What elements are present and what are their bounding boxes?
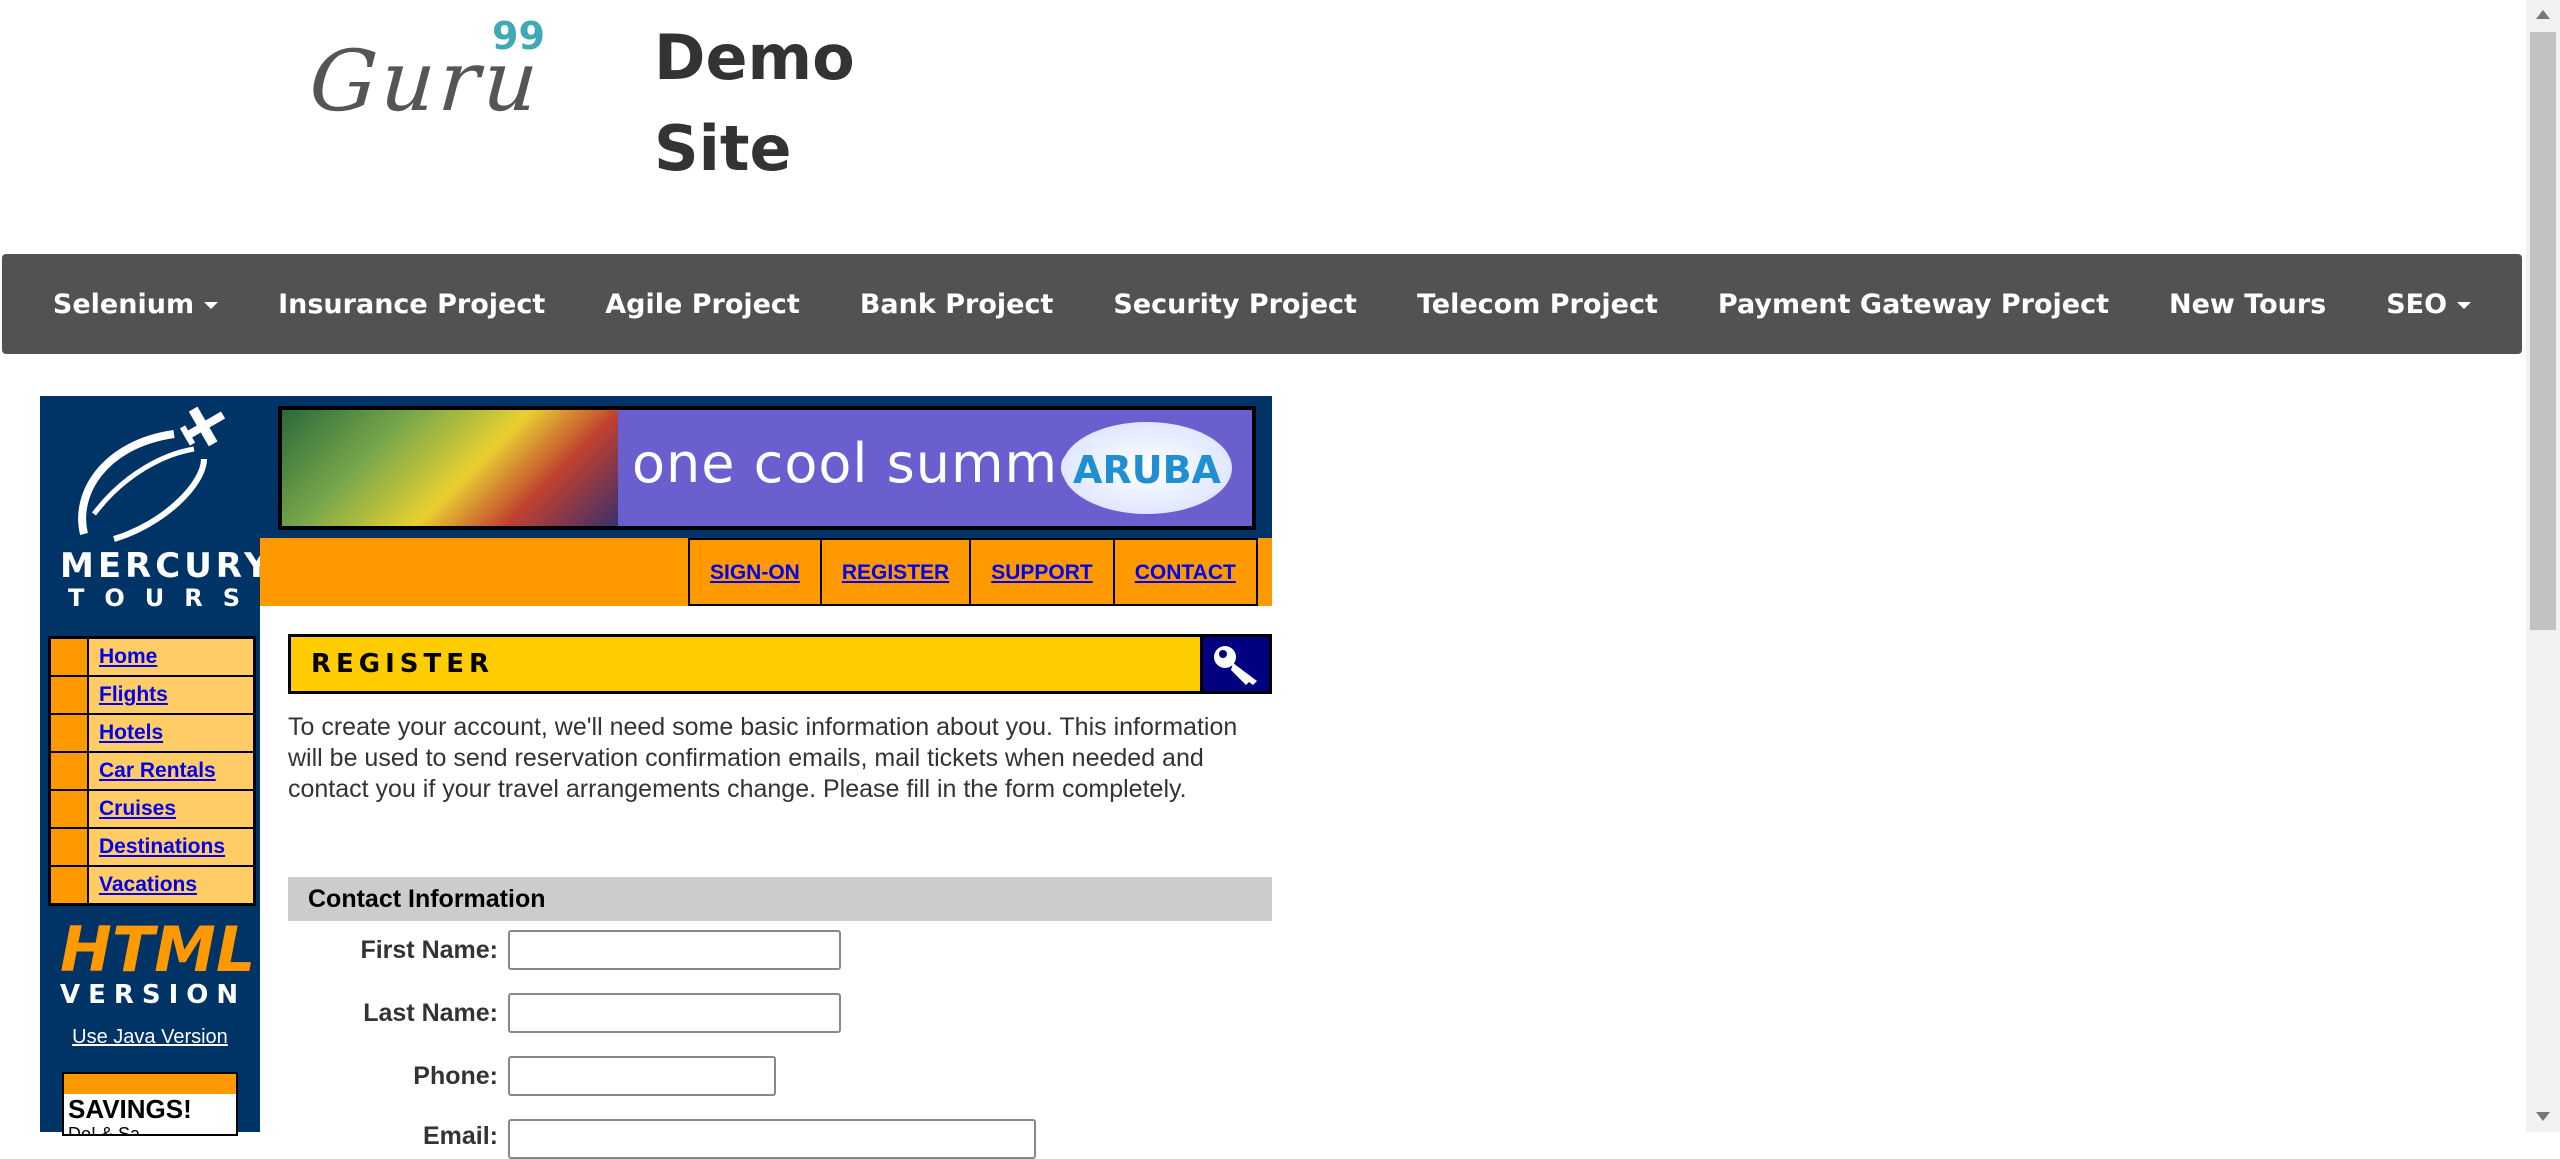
register-link[interactable]: REGISTER bbox=[821, 538, 972, 604]
html-version-badge: HTML VERSION bbox=[60, 913, 256, 1018]
register-intro: To create your account, we'll need some … bbox=[288, 713, 1238, 803]
aruba-banner[interactable]: one cool summer ARUBA bbox=[278, 406, 1256, 530]
mercury-sidebar: MERCURY TOURS Home Flights Hotels Car Re… bbox=[40, 396, 269, 1136]
page-title: Demo Site bbox=[654, 12, 914, 194]
nav-new-tours[interactable]: New Tours bbox=[2139, 289, 2356, 320]
bullet-icon bbox=[51, 867, 87, 903]
phone-input[interactable] bbox=[508, 1056, 776, 1096]
email-label: Email: bbox=[422, 1122, 498, 1150]
nav-seo[interactable]: SEO bbox=[2356, 289, 2501, 320]
banner-text: one cool summer bbox=[632, 432, 1116, 495]
mercury-tours-logo: MERCURY TOURS bbox=[54, 404, 269, 612]
side-menu-item: Home bbox=[51, 639, 253, 675]
bullet-icon bbox=[51, 715, 87, 751]
key-icon bbox=[1214, 646, 1257, 685]
side-link-home[interactable]: Home bbox=[89, 639, 253, 675]
savings-ad[interactable]: SAVINGS! Do! & Sa... bbox=[62, 1072, 238, 1136]
side-menu: Home Flights Hotels Car Rentals Cruises … bbox=[48, 636, 256, 906]
nav-bank-project[interactable]: Bank Project bbox=[830, 289, 1084, 320]
chevron-down-icon bbox=[204, 301, 219, 309]
top-navigation: Selenium Insurance Project Agile Project… bbox=[2, 254, 2522, 354]
nav-selenium[interactable]: Selenium bbox=[23, 289, 248, 320]
tours-word: TOURS bbox=[67, 584, 261, 612]
contact-information-heading: Contact Information bbox=[288, 877, 1272, 921]
support-link[interactable]: SUPPORT bbox=[971, 538, 1115, 604]
side-link-cruises[interactable]: Cruises bbox=[89, 791, 253, 827]
side-link-flights[interactable]: Flights bbox=[89, 677, 253, 713]
chevron-down-icon bbox=[2457, 301, 2472, 309]
scroll-up-arrow-icon[interactable] bbox=[2536, 10, 2550, 19]
html-word: HTML bbox=[60, 913, 256, 986]
savings-bar bbox=[64, 1074, 236, 1094]
sign-on-link[interactable]: SIGN-ON bbox=[690, 538, 822, 604]
bullet-icon bbox=[51, 677, 87, 713]
side-menu-item: Vacations bbox=[51, 867, 253, 903]
savings-subtitle: Do! & Sa... bbox=[68, 1124, 156, 1136]
nav-agile-project[interactable]: Agile Project bbox=[575, 289, 830, 320]
side-menu-item: Cruises bbox=[51, 791, 253, 827]
aruba-logo-text: ARUBA bbox=[1073, 448, 1221, 492]
version-word: VERSION bbox=[60, 980, 247, 1010]
last-name-label: Last Name: bbox=[363, 999, 498, 1027]
nav-selenium-label: Selenium bbox=[52, 288, 195, 320]
email-input[interactable] bbox=[508, 1119, 1036, 1159]
nav-seo-label: SEO bbox=[2386, 288, 2448, 320]
scroll-down-arrow-icon[interactable] bbox=[2536, 1112, 2550, 1121]
side-menu-item: Flights bbox=[51, 677, 253, 713]
top-links-bar: SIGN-ON REGISTER SUPPORT CONTACT bbox=[260, 538, 1272, 606]
nav-insurance-project[interactable]: Insurance Project bbox=[248, 289, 575, 320]
register-title: REGISTER bbox=[311, 649, 495, 679]
contact-link[interactable]: CONTACT bbox=[1114, 538, 1258, 604]
side-link-car-rentals[interactable]: Car Rentals bbox=[89, 753, 253, 789]
first-name-label: First Name: bbox=[360, 936, 498, 964]
page-title-line1: Demo bbox=[654, 21, 855, 94]
last-name-input[interactable] bbox=[508, 993, 841, 1033]
side-menu-item: Destinations bbox=[51, 829, 253, 865]
phone-label: Phone: bbox=[413, 1062, 498, 1090]
top-links: SIGN-ON REGISTER SUPPORT CONTACT bbox=[688, 538, 1258, 606]
savings-title: SAVINGS! bbox=[68, 1094, 192, 1124]
nav-security-project[interactable]: Security Project bbox=[1083, 289, 1387, 320]
key-icon-box bbox=[1200, 637, 1269, 691]
bullet-icon bbox=[51, 829, 87, 865]
airplane-globe-icon bbox=[78, 406, 226, 542]
logo-superscript: 99 bbox=[492, 14, 545, 58]
side-link-destinations[interactable]: Destinations bbox=[89, 829, 253, 865]
first-name-input[interactable] bbox=[508, 930, 841, 970]
side-link-hotels[interactable]: Hotels bbox=[89, 715, 253, 751]
use-java-version-link[interactable]: Use Java Version bbox=[40, 1026, 260, 1049]
aruba-logo: ARUBA bbox=[1062, 422, 1232, 514]
side-menu-item: Hotels bbox=[51, 715, 253, 751]
register-header: REGISTER bbox=[288, 634, 1272, 694]
scrollbar-thumb[interactable] bbox=[2530, 32, 2556, 630]
bullet-icon bbox=[51, 791, 87, 827]
nav-payment-gateway-project[interactable]: Payment Gateway Project bbox=[1688, 289, 2139, 320]
guru99-logo[interactable]: Guru 99 bbox=[307, 14, 550, 130]
side-link-vacations[interactable]: Vacations bbox=[89, 867, 253, 903]
page-title-line2: Site bbox=[654, 112, 792, 185]
banner-area: one cool summer ARUBA bbox=[260, 396, 1272, 538]
mercury-word: MERCURY bbox=[60, 546, 273, 586]
nav-telecom-project[interactable]: Telecom Project bbox=[1387, 289, 1688, 320]
side-menu-item: Car Rentals bbox=[51, 753, 253, 789]
beach-photo bbox=[282, 410, 618, 526]
bullet-icon bbox=[51, 753, 87, 789]
bullet-icon bbox=[51, 639, 87, 675]
vertical-scrollbar[interactable] bbox=[2526, 0, 2560, 1132]
